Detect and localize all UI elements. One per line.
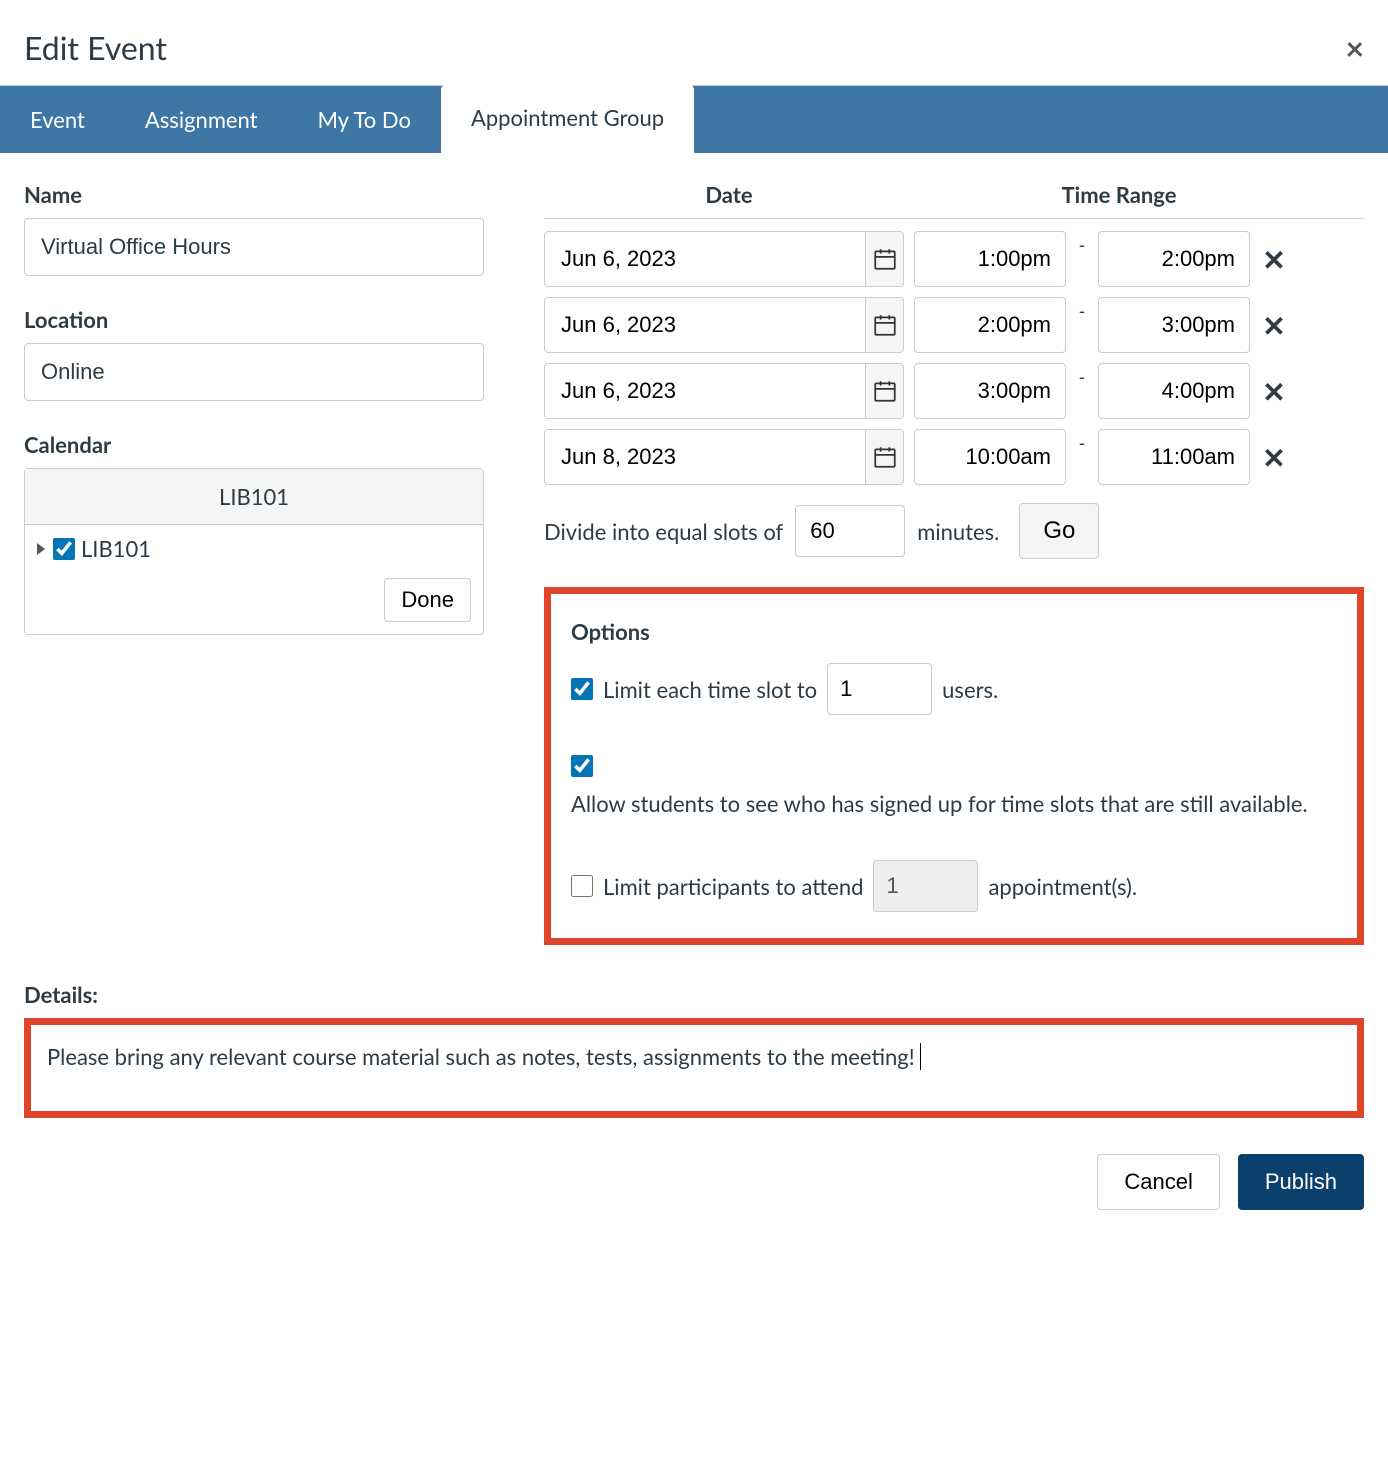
datetime-row: -✕: [544, 429, 1364, 485]
limit-slot-post: users.: [942, 673, 998, 706]
tab-bar: Event Assignment My To Do Appointment Gr…: [0, 85, 1388, 153]
allow-see-label: Allow students to see who has signed up …: [571, 787, 1308, 820]
name-input[interactable]: [24, 218, 484, 276]
tab-appointment-group[interactable]: Appointment Group: [441, 84, 694, 153]
publish-button[interactable]: Publish: [1238, 1154, 1364, 1210]
divide-minutes-input[interactable]: [795, 505, 905, 557]
datetime-header: Date Time Range: [544, 181, 1364, 219]
cancel-button[interactable]: Cancel: [1097, 1154, 1219, 1210]
start-time-input[interactable]: [914, 429, 1066, 485]
remove-row-icon[interactable]: ✕: [1260, 242, 1288, 277]
tab-assignment[interactable]: Assignment: [115, 86, 288, 153]
calendar-icon[interactable]: [865, 429, 904, 485]
calendar-picker-header: LIB101: [25, 469, 483, 525]
details-textarea[interactable]: Please bring any relevant course materia…: [24, 1018, 1364, 1118]
caret-right-icon: [37, 543, 45, 555]
datetime-row: -✕: [544, 231, 1364, 287]
date-input[interactable]: [544, 363, 865, 419]
time-separator: -: [1076, 432, 1088, 454]
limit-participants-post: appointment(s).: [988, 870, 1137, 903]
start-time-input[interactable]: [914, 231, 1066, 287]
divide-label-pre: Divide into equal slots of: [544, 518, 783, 545]
tab-event[interactable]: Event: [0, 86, 115, 153]
time-separator: -: [1076, 300, 1088, 322]
calendar-picker: LIB101 LIB101 Done: [24, 468, 484, 635]
start-time-input[interactable]: [914, 297, 1066, 353]
date-input[interactable]: [544, 297, 865, 353]
date-input[interactable]: [544, 429, 865, 485]
date-input[interactable]: [544, 231, 865, 287]
calendar-item-row[interactable]: LIB101: [37, 535, 471, 562]
done-button[interactable]: Done: [384, 578, 471, 622]
time-column-header: Time Range: [914, 181, 1324, 208]
end-time-input[interactable]: [1098, 363, 1250, 419]
modal-title: Edit Event: [24, 28, 167, 67]
limit-slot-input[interactable]: [827, 663, 932, 715]
modal-header: Edit Event ×: [0, 0, 1388, 85]
time-separator: -: [1076, 366, 1088, 388]
remove-row-icon[interactable]: ✕: [1260, 374, 1288, 409]
name-label: Name: [24, 181, 484, 208]
options-box: Options Limit each time slot to users. A…: [544, 587, 1364, 945]
details-text: Please bring any relevant course materia…: [47, 1043, 915, 1070]
calendar-icon[interactable]: [865, 231, 904, 287]
go-button[interactable]: Go: [1019, 503, 1099, 559]
calendar-label: Calendar: [24, 431, 484, 458]
datetime-row: -✕: [544, 363, 1364, 419]
calendar-icon[interactable]: [865, 297, 904, 353]
options-heading: Options: [571, 618, 1337, 645]
divide-label-post: minutes.: [917, 518, 999, 545]
datetime-row: -✕: [544, 297, 1364, 353]
limit-participants-input: [873, 860, 978, 912]
time-separator: -: [1076, 234, 1088, 256]
location-label: Location: [24, 306, 484, 333]
limit-participants-checkbox[interactable]: [571, 875, 593, 897]
date-column-header: Date: [544, 181, 914, 208]
end-time-input[interactable]: [1098, 429, 1250, 485]
details-label: Details:: [24, 981, 1364, 1008]
remove-row-icon[interactable]: ✕: [1260, 440, 1288, 475]
remove-row-icon[interactable]: ✕: [1260, 308, 1288, 343]
location-input[interactable]: [24, 343, 484, 401]
allow-see-checkbox[interactable]: [571, 755, 593, 777]
end-time-input[interactable]: [1098, 231, 1250, 287]
limit-participants-pre: Limit participants to attend: [603, 870, 863, 903]
end-time-input[interactable]: [1098, 297, 1250, 353]
limit-slot-pre: Limit each time slot to: [603, 673, 817, 706]
calendar-item-checkbox[interactable]: [53, 538, 75, 560]
tab-todo[interactable]: My To Do: [288, 86, 441, 153]
calendar-icon[interactable]: [865, 363, 904, 419]
calendar-item-label: LIB101: [81, 535, 151, 562]
close-icon[interactable]: ×: [1345, 28, 1364, 67]
start-time-input[interactable]: [914, 363, 1066, 419]
limit-slot-checkbox[interactable]: [571, 678, 593, 700]
